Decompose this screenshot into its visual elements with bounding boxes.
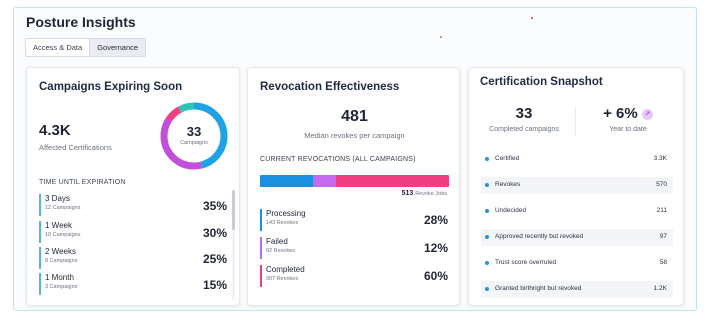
- expiration-list-scrollbar[interactable]: [232, 190, 235, 300]
- expiration-row-pct: 30%: [202, 226, 227, 240]
- snapshot-row: Certified 3.3K: [481, 151, 673, 168]
- expiration-row-sub: 10 Campaigns: [45, 232, 81, 238]
- snapshot-row: Granted birthright but revoked 1.2K: [481, 281, 673, 298]
- snapshot-row: Revokes 570: [481, 177, 673, 194]
- expiration-row[interactable]: 1 Month 3 Campaigns 15%: [39, 273, 227, 295]
- affected-certifications-label: Affected Certifications: [39, 143, 112, 152]
- snapshot-row-label: Granted birthright but revoked: [495, 285, 582, 292]
- expiration-row-name: 2 Weeks: [45, 247, 76, 256]
- section-title: Posture Insights: [26, 14, 136, 30]
- snapshot-row-value: 570: [656, 181, 667, 188]
- revocation-row-pct: 28%: [423, 213, 448, 227]
- snapshot-row-label: Approved recently but revoked: [495, 233, 584, 240]
- tab-access-data[interactable]: Access & Data: [26, 39, 89, 56]
- expiration-row-pct: 25%: [202, 252, 227, 266]
- revocation-row[interactable]: Completed 307 Revokes 60%: [260, 265, 448, 287]
- bullet-icon: [485, 157, 489, 161]
- revoke-jobs-label: Revoke Jobs: [415, 191, 447, 197]
- card-title: Certification Snapshot: [480, 76, 603, 88]
- revocation-row-sub: 307 Revokes: [266, 276, 299, 282]
- tab-governance[interactable]: Governance: [89, 39, 146, 56]
- snapshot-row-label: Trust score overruled: [495, 259, 557, 266]
- revocation-bar-segment: [335, 175, 449, 187]
- bullet-icon: [485, 287, 489, 291]
- revocation-row-pct: 12%: [423, 241, 448, 255]
- revocation-bar-segment: [312, 175, 336, 187]
- completed-campaigns-label: Completed campaigns: [489, 126, 559, 133]
- snapshot-row: Undecided 211: [481, 203, 673, 220]
- expiration-row[interactable]: 3 Days 12 Campaigns 35%: [39, 194, 227, 216]
- ytd-label: Year to date: [609, 126, 647, 133]
- expiration-row[interactable]: 2 Weeks 8 Campaigns 25%: [39, 247, 227, 269]
- snapshot-row: Trust score overruled 58: [481, 255, 673, 272]
- expiration-row-name: 1 Week: [45, 221, 72, 230]
- certification-snapshot-card: Certification Snapshot 33 Completed camp…: [468, 67, 684, 306]
- expiration-row-sub: 12 Campaigns: [45, 205, 81, 211]
- card-title: Revocation Effectiveness: [260, 81, 400, 93]
- revocation-row[interactable]: Processing 143 Revokes 28%: [260, 209, 448, 231]
- ytd-change-value: + 6% ↗: [579, 105, 677, 122]
- revocation-bar-segment: [260, 175, 313, 187]
- expiration-row-name: 1 Month: [45, 273, 74, 282]
- revocation-row[interactable]: Failed 62 Revokes 12%: [260, 237, 448, 259]
- expiration-row-name: 3 Days: [45, 194, 70, 203]
- campaigns-expiring-card: Campaigns Expiring Soon 4.3K Affected Ce…: [26, 67, 240, 306]
- donut-center-value: 33: [186, 124, 202, 139]
- median-revokes-label: Median revokes per campaign: [304, 131, 405, 140]
- snapshot-row-value: 3.3K: [653, 155, 667, 162]
- ytd-change-text: + 6%: [603, 105, 638, 122]
- revocation-row-sub: 143 Revokes: [266, 220, 299, 226]
- trend-arrow-icon: ↗: [641, 109, 653, 120]
- revocation-row-name: Failed: [266, 237, 288, 246]
- scrollbar-thumb[interactable]: [232, 190, 235, 230]
- snapshot-row-value: 211: [656, 207, 667, 214]
- expiration-row-pct: 15%: [202, 278, 227, 292]
- snapshot-row-value: 1.2K: [653, 285, 667, 292]
- donut-center-label: Campaigns: [180, 140, 208, 146]
- revocation-effectiveness-card: Revocation Effectiveness 481 Median revo…: [247, 67, 460, 306]
- completed-campaigns-value: 33: [515, 105, 533, 122]
- expiration-row-pct: 35%: [202, 199, 227, 213]
- snapshot-row-label: Certified: [495, 155, 520, 162]
- snapshot-row-value: 58: [659, 259, 667, 266]
- expiration-row-sub: 3 Campaigns: [45, 284, 78, 290]
- time-until-expiration-heading: TIME UNTIL EXPIRATION: [39, 179, 126, 186]
- bullet-icon: [485, 235, 489, 239]
- revoke-jobs-value: 513: [401, 190, 414, 197]
- bullet-icon: [485, 209, 489, 213]
- card-title: Campaigns Expiring Soon: [39, 81, 183, 93]
- current-revocations-heading: CURRENT REVOCATIONS (ALL CAMPAIGNS): [260, 156, 416, 163]
- revocation-row-name: Processing: [266, 209, 306, 218]
- revocations-stacked-bar: [260, 175, 449, 187]
- kpi-divider: [575, 108, 576, 136]
- bullet-icon: [485, 183, 489, 187]
- revocation-row-sub: 62 Revokes: [266, 248, 296, 254]
- snapshot-row-value: 97: [659, 233, 667, 240]
- revocation-row-pct: 60%: [423, 269, 448, 283]
- tab-bar: Access & Data Governance: [25, 38, 147, 57]
- decor-dot: [531, 17, 533, 19]
- expiration-row[interactable]: 1 Week 10 Campaigns 30%: [39, 221, 227, 243]
- snapshot-row-label: Revokes: [495, 181, 521, 188]
- revocation-row-name: Completed: [266, 265, 305, 274]
- snapshot-row-label: Undecided: [495, 207, 527, 214]
- median-revokes-value: 481: [341, 108, 368, 125]
- bullet-icon: [485, 261, 489, 265]
- revoke-jobs-total: 513 Revoke Jobs: [402, 190, 447, 197]
- expiration-row-sub: 8 Campaigns: [45, 258, 78, 264]
- affected-certifications-value: 4.3K: [39, 122, 71, 139]
- snapshot-row: Approved recently but revoked 97: [481, 229, 673, 246]
- decor-dot: [440, 36, 442, 38]
